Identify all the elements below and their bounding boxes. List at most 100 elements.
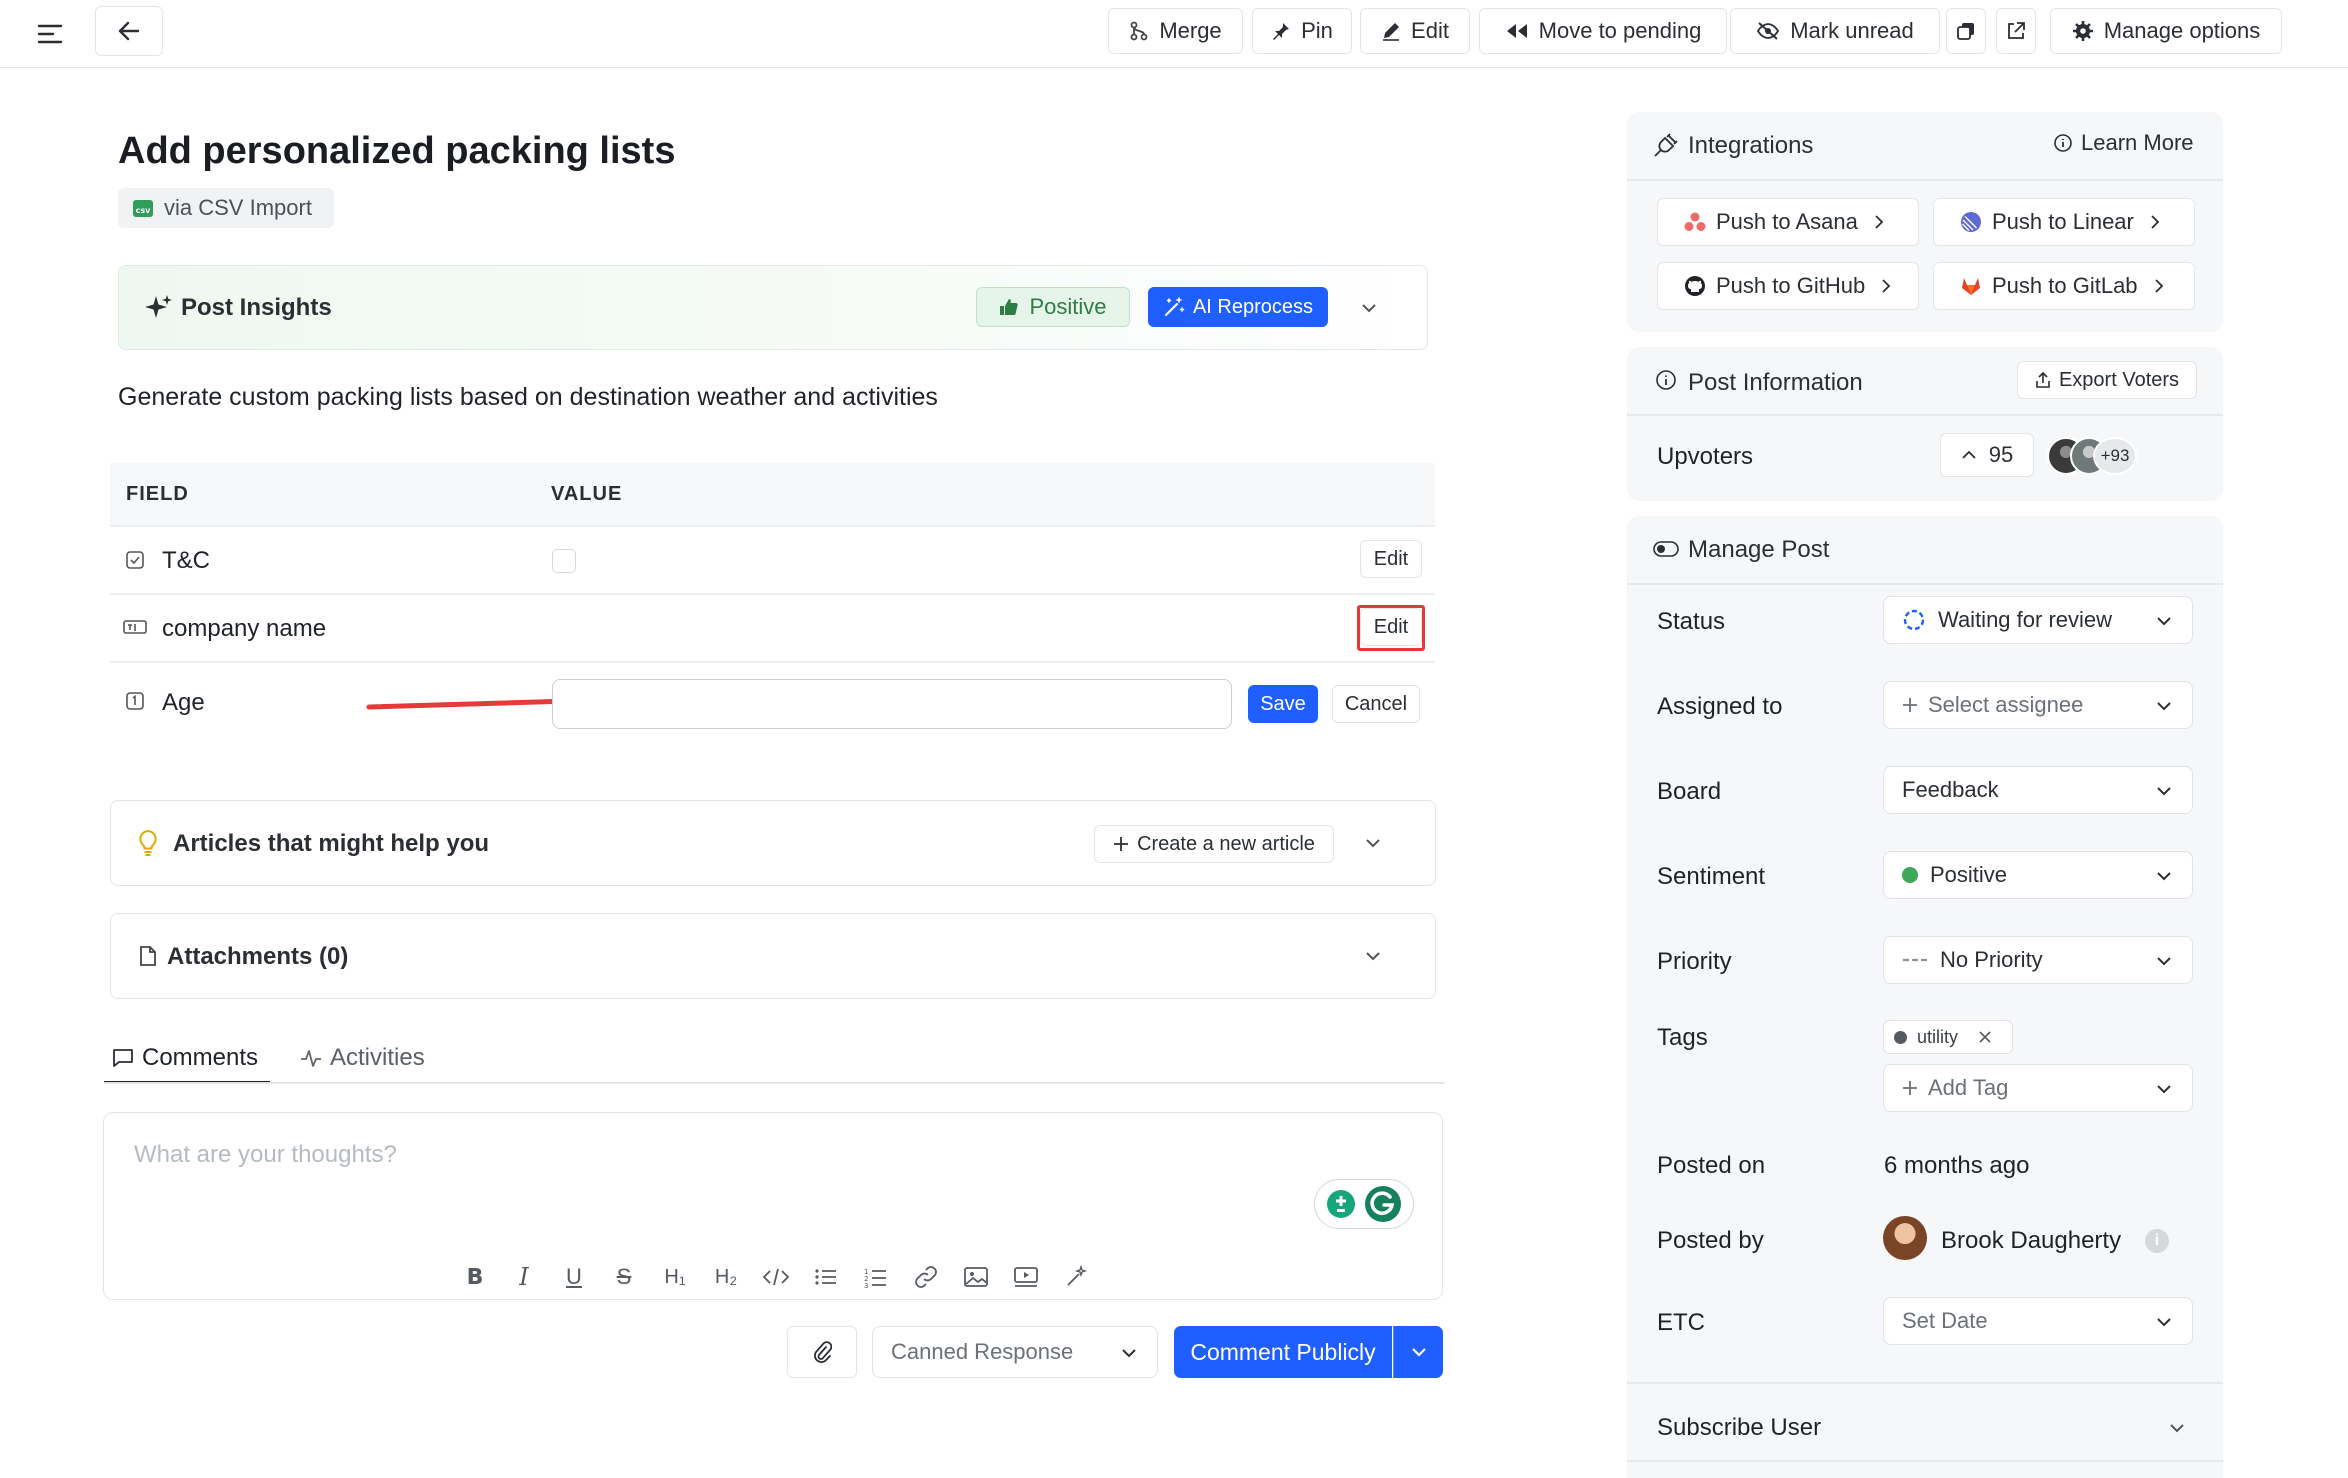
tc-checkbox[interactable] bbox=[552, 549, 576, 573]
cancel-button[interactable]: Cancel bbox=[1332, 685, 1420, 723]
author-avatar[interactable] bbox=[1883, 1216, 1927, 1260]
strikethrough-icon[interactable]: S bbox=[609, 1262, 639, 1292]
ai-assist-icon[interactable] bbox=[1061, 1262, 1091, 1292]
extra-voters-count[interactable]: +93 bbox=[2093, 437, 2137, 475]
code-icon[interactable] bbox=[761, 1262, 791, 1292]
save-button[interactable]: Save bbox=[1248, 685, 1318, 723]
board-select[interactable]: Feedback bbox=[1883, 766, 2193, 814]
etc-date-select[interactable]: Set Date bbox=[1883, 1297, 2193, 1345]
heading-1-icon[interactable]: H₁ bbox=[660, 1262, 690, 1292]
grammarly-icon bbox=[1365, 1186, 1401, 1222]
chevron-down-icon bbox=[2157, 1085, 2171, 1094]
chevron-down-icon[interactable] bbox=[1359, 298, 1379, 318]
pin-button[interactable]: Pin bbox=[1252, 8, 1352, 54]
arrow-left-icon bbox=[118, 21, 140, 41]
upvoters-label: Upvoters bbox=[1657, 443, 1754, 470]
lightbulb-icon bbox=[139, 829, 157, 856]
edit-post-button[interactable]: Edit bbox=[1360, 8, 1470, 54]
chevron-down-icon bbox=[2157, 1318, 2171, 1327]
ai-reprocess-button[interactable]: AI Reprocess bbox=[1148, 287, 1328, 327]
checkbox-field-icon bbox=[126, 551, 144, 569]
activity-icon bbox=[301, 1050, 321, 1067]
posted-on-label: Posted on bbox=[1657, 1152, 1766, 1179]
pencil-icon bbox=[1383, 23, 1400, 41]
upvote-button[interactable]: 95 bbox=[1940, 433, 2034, 477]
paperclip-icon bbox=[814, 1341, 832, 1363]
comment-publicly-button[interactable]: Comment Publicly bbox=[1174, 1326, 1392, 1378]
edit-tc-button[interactable]: Edit bbox=[1360, 540, 1422, 578]
info-dot-icon[interactable]: i bbox=[2145, 1229, 2169, 1253]
close-icon[interactable] bbox=[1978, 1030, 1992, 1044]
chevron-right-icon bbox=[1882, 279, 1891, 293]
bold-icon[interactable]: 𝗕 bbox=[460, 1262, 490, 1292]
post-description: Generate custom packing lists based on d… bbox=[118, 383, 938, 411]
push-to-asana-label: Push to Asana bbox=[1716, 209, 1858, 234]
push-to-github-button[interactable]: Push to GitHub bbox=[1657, 262, 1919, 310]
tab-activities[interactable]: Activities bbox=[296, 1040, 456, 1084]
heading-2-icon[interactable]: H₂ bbox=[711, 1262, 741, 1292]
link-icon[interactable] bbox=[911, 1262, 941, 1292]
asana-icon bbox=[1684, 212, 1706, 231]
plus-icon bbox=[1903, 1081, 1917, 1095]
copy-button[interactable] bbox=[1946, 8, 1986, 54]
sentiment-value: Positive bbox=[1930, 862, 2008, 887]
chevron-down-icon bbox=[2157, 957, 2171, 966]
rewind-icon bbox=[1506, 24, 1527, 38]
copy-icon bbox=[1957, 23, 1974, 40]
info-icon bbox=[2054, 134, 2072, 152]
tab-comments[interactable]: Comments bbox=[104, 1040, 270, 1084]
assignee-select[interactable]: Select assignee bbox=[1883, 681, 2193, 729]
gear-icon bbox=[2072, 21, 2093, 41]
chevron-down-icon[interactable] bbox=[1363, 833, 1383, 853]
attach-button[interactable] bbox=[787, 1326, 857, 1378]
status-select[interactable]: Waiting for review bbox=[1883, 596, 2193, 644]
merge-button[interactable]: Merge bbox=[1108, 8, 1243, 54]
bullet-list-icon[interactable] bbox=[811, 1262, 841, 1292]
age-input[interactable] bbox=[552, 679, 1232, 729]
comment-options-button[interactable] bbox=[1393, 1326, 1443, 1378]
create-article-button[interactable]: Create a new article bbox=[1094, 825, 1334, 863]
numbered-list-icon[interactable]: 123 bbox=[861, 1262, 891, 1292]
back-button[interactable] bbox=[95, 6, 163, 56]
grammarly-widget[interactable] bbox=[1314, 1179, 1414, 1229]
chevron-down-icon[interactable] bbox=[1363, 946, 1383, 966]
text-field-icon bbox=[123, 620, 147, 634]
assigned-to-label: Assigned to bbox=[1657, 693, 1783, 720]
subscribe-user-section[interactable]: Subscribe User bbox=[1627, 1384, 2223, 1478]
push-to-asana-button[interactable]: Push to Asana bbox=[1657, 198, 1919, 246]
canned-response-select[interactable]: Canned Response bbox=[872, 1326, 1158, 1378]
github-icon bbox=[1685, 276, 1705, 296]
chevron-right-icon bbox=[1875, 215, 1884, 229]
comment-icon bbox=[113, 1049, 133, 1067]
attachments-card[interactable]: Attachments (0) bbox=[110, 913, 1436, 999]
priority-select[interactable]: No Priority bbox=[1883, 936, 2193, 984]
table-row: Age Save Cancel bbox=[110, 661, 1435, 741]
add-tag-select[interactable]: Add Tag bbox=[1883, 1064, 2193, 1112]
priority-label: Priority bbox=[1657, 948, 1732, 975]
comment-placeholder: What are your thoughts? bbox=[134, 1141, 397, 1168]
chevron-down-icon bbox=[2157, 787, 2171, 796]
tags-label: Tags bbox=[1657, 1024, 1708, 1051]
manage-options-button[interactable]: Manage options bbox=[2050, 8, 2282, 54]
underline-icon[interactable]: U bbox=[559, 1262, 589, 1292]
learn-more-label: Learn More bbox=[2081, 130, 2194, 155]
export-voters-button[interactable]: Export Voters bbox=[2017, 361, 2197, 399]
positive-dot bbox=[1902, 867, 1918, 883]
menu-icon[interactable] bbox=[34, 18, 66, 50]
create-article-label: Create a new article bbox=[1137, 832, 1315, 855]
chevron-down-icon bbox=[1411, 1348, 1426, 1357]
open-external-button[interactable] bbox=[1996, 8, 2036, 54]
mark-unread-button[interactable]: Mark unread bbox=[1730, 8, 1940, 54]
table-row: company name Edit bbox=[110, 593, 1435, 661]
learn-more-link[interactable]: Learn More bbox=[2053, 130, 2194, 156]
push-to-linear-button[interactable]: Push to Linear bbox=[1933, 198, 2195, 246]
video-icon[interactable] bbox=[1011, 1262, 1041, 1292]
italic-icon[interactable]: I bbox=[509, 1262, 539, 1292]
etc-label: ETC bbox=[1657, 1309, 1705, 1336]
image-icon[interactable] bbox=[961, 1262, 991, 1292]
move-to-pending-button[interactable]: Move to pending bbox=[1479, 8, 1727, 54]
sentiment-select[interactable]: Positive bbox=[1883, 851, 2193, 899]
source-label: via CSV Import bbox=[164, 195, 312, 220]
push-to-gitlab-button[interactable]: Push to GitLab bbox=[1933, 262, 2195, 310]
post-information-title: Post Information bbox=[1688, 369, 1863, 396]
